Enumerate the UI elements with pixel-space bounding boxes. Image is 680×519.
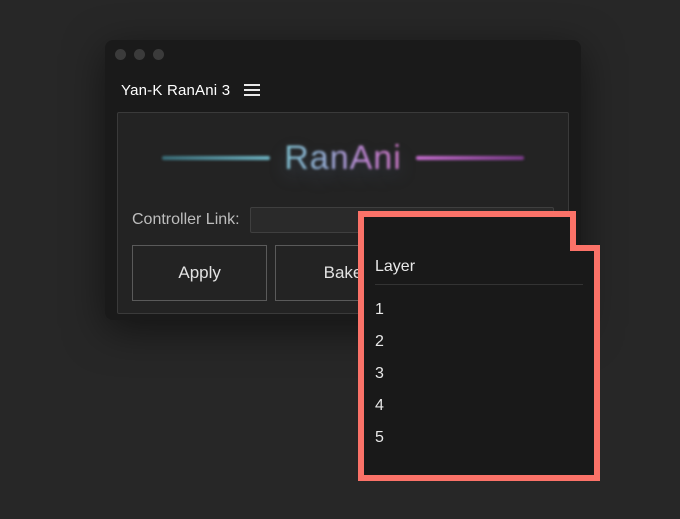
dropdown-item[interactable]: 3: [375, 365, 583, 383]
apply-button[interactable]: Apply: [132, 245, 267, 301]
logo-text: RanAni: [284, 139, 402, 178]
dropdown-item[interactable]: 5: [375, 429, 583, 447]
max-dot[interactable]: [153, 49, 164, 60]
close-dot[interactable]: [115, 49, 126, 60]
logo-bar-right: [416, 156, 524, 160]
min-dot[interactable]: [134, 49, 145, 60]
dropdown-popup: Layer 1 2 3 4 5: [355, 208, 603, 484]
dropdown-popup-cap: [361, 214, 573, 248]
logo-bar-left: [162, 156, 270, 160]
traffic-lights: [115, 49, 164, 60]
controller-link-label: Controller Link:: [132, 211, 240, 229]
panel-title: Yan-K RanAni 3: [121, 82, 230, 99]
dropdown-item[interactable]: 1: [375, 301, 583, 319]
dropdown-popup-body: Layer 1 2 3 4 5: [361, 248, 597, 478]
panel-header: Yan-K RanAni 3: [105, 68, 581, 112]
menu-icon[interactable]: [244, 84, 260, 96]
dropdown-item[interactable]: 4: [375, 397, 583, 415]
logo-row: RanAni: [128, 125, 558, 191]
dropdown-item[interactable]: 2: [375, 333, 583, 351]
dropdown-header: Layer: [375, 258, 583, 285]
window-titlebar: [105, 40, 581, 68]
dropdown-list: 1 2 3 4 5: [375, 285, 583, 447]
